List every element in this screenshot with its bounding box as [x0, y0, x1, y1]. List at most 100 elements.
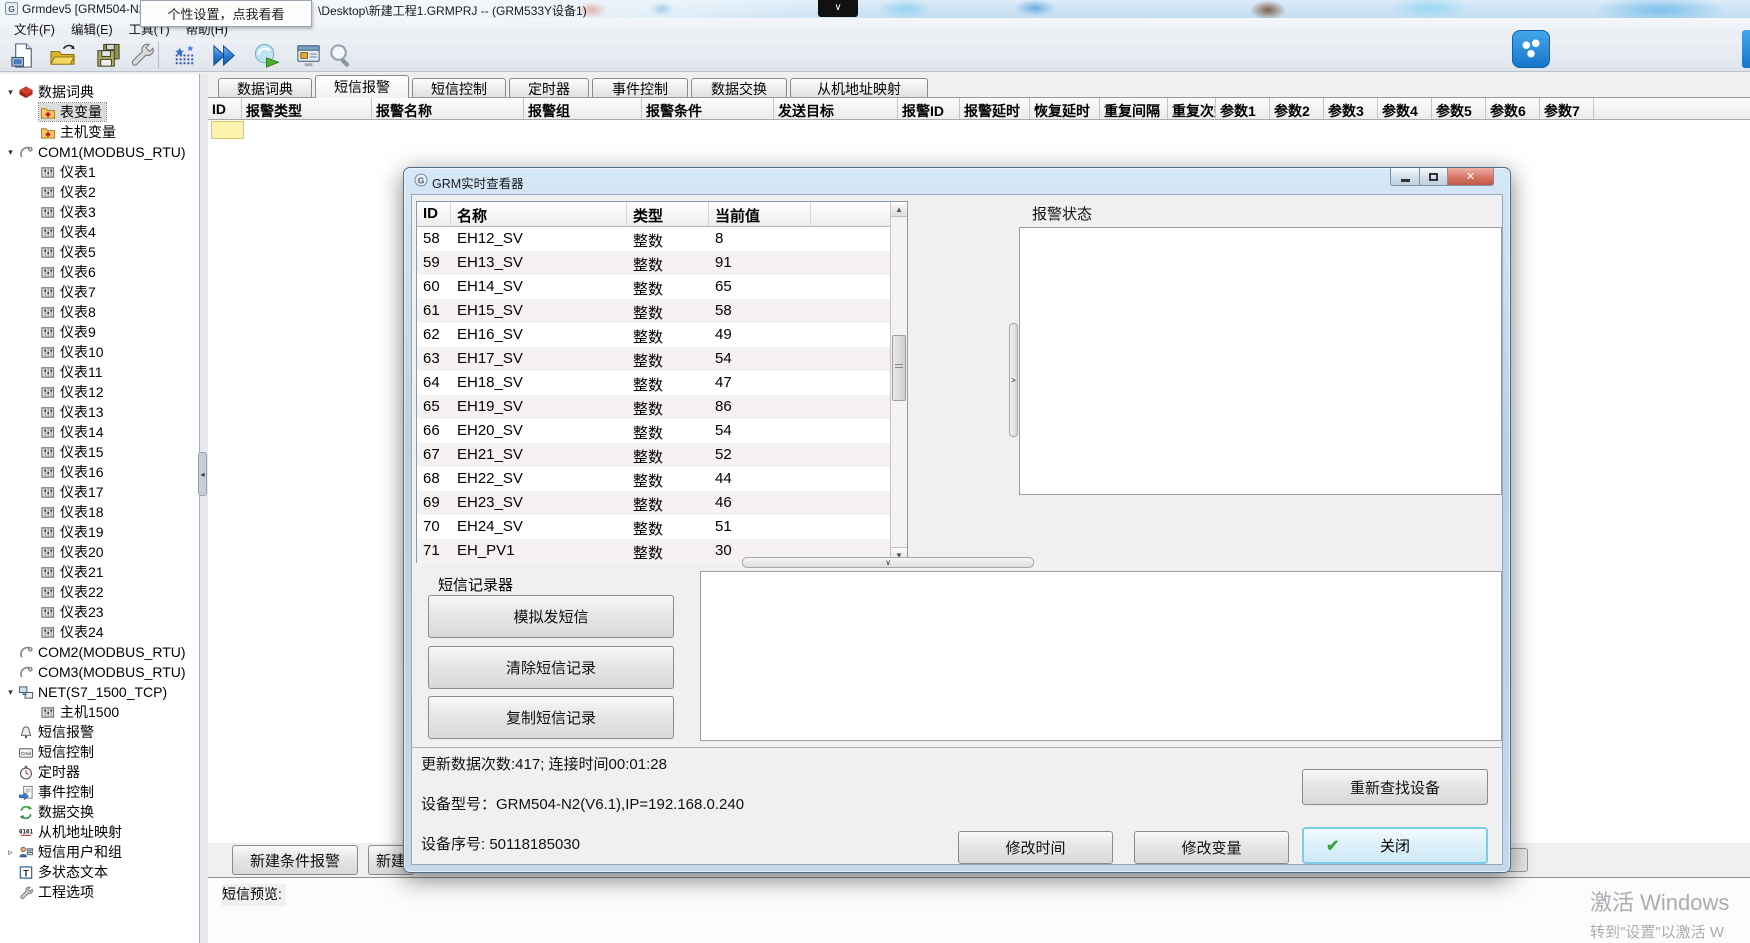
- alarm-column-header[interactable]: 报警类型: [242, 98, 372, 119]
- variable-row[interactable]: 68EH22_SV整数44: [417, 467, 907, 491]
- variable-row[interactable]: 70EH24_SV整数51: [417, 515, 907, 539]
- sidebar-item[interactable]: 仪表3: [0, 202, 199, 222]
- clear-sms-record-button[interactable]: 清除短信记录: [428, 646, 674, 689]
- sidebar-item[interactable]: 工程选项: [0, 882, 199, 902]
- sync-upload-icon[interactable]: [250, 41, 282, 70]
- sidebar-item[interactable]: 仪表2: [0, 182, 199, 202]
- sidebar-item[interactable]: COM3(MODBUS_RTU): [0, 662, 199, 682]
- download-device-icon[interactable]: [168, 41, 200, 70]
- variable-column-header[interactable]: 当前值: [709, 202, 811, 226]
- screen-capture-icon[interactable]: [1512, 30, 1550, 68]
- variable-column-header[interactable]: 名称: [451, 202, 627, 226]
- scroll-up-icon[interactable]: ▲: [891, 202, 907, 217]
- menu-item[interactable]: 文件(F): [6, 17, 63, 40]
- sidebar-item[interactable]: ▹ 短信用户和组: [0, 842, 199, 862]
- close-window-button[interactable]: ✕: [1448, 168, 1494, 186]
- close-button[interactable]: ✔ 关闭: [1302, 827, 1488, 864]
- sidebar-item[interactable]: Cmd 短信控制: [0, 742, 199, 762]
- alarm-column-header[interactable]: 参数4: [1378, 98, 1432, 119]
- scrollbar-thumb[interactable]: [892, 335, 906, 401]
- sidebar-item[interactable]: 0101 从机地址映射: [0, 822, 199, 842]
- simulate-send-sms-button[interactable]: 模拟发短信: [428, 595, 674, 638]
- alarm-column-header[interactable]: 报警延时: [960, 98, 1030, 119]
- sidebar-item[interactable]: 仪表14: [0, 422, 199, 442]
- sidebar-item[interactable]: 仪表22: [0, 582, 199, 602]
- sidebar-item[interactable]: ▾ 数据词典: [0, 82, 199, 102]
- sidebar-item[interactable]: 仪表24: [0, 622, 199, 642]
- variable-row[interactable]: 63EH17_SV整数54: [417, 347, 907, 371]
- sidebar-item[interactable]: 仪表10: [0, 342, 199, 362]
- sidebar-item[interactable]: 事件控制: [0, 782, 199, 802]
- sidebar-item[interactable]: 仪表12: [0, 382, 199, 402]
- sidebar-item[interactable]: 仪表6: [0, 262, 199, 282]
- personalize-tooltip[interactable]: 个性设置，点我看看: [140, 0, 312, 27]
- modify-variable-button[interactable]: 修改变量: [1134, 831, 1289, 864]
- variable-column-header[interactable]: 类型: [627, 202, 709, 226]
- alarm-column-header[interactable]: 报警名称: [372, 98, 524, 119]
- alarm-column-header[interactable]: 重复次数: [1168, 98, 1216, 119]
- sidebar-item[interactable]: 仪表5: [0, 242, 199, 262]
- find-device-icon[interactable]: [324, 41, 356, 70]
- sidebar-item[interactable]: 仪表20: [0, 542, 199, 562]
- tab[interactable]: 数据交换: [691, 78, 787, 98]
- recorder-chevron-overlay[interactable]: ∨: [818, 0, 858, 17]
- sidebar-item[interactable]: 短信报警: [0, 722, 199, 742]
- variable-row[interactable]: 65EH19_SV整数86: [417, 395, 907, 419]
- refind-device-button[interactable]: 重新查找设备: [1302, 769, 1488, 805]
- collapse-arrow-icon[interactable]: ▾: [4, 687, 17, 698]
- sidebar-item[interactable]: T 多状态文本: [0, 862, 199, 882]
- sidebar-item[interactable]: 仪表4: [0, 222, 199, 242]
- sidebar-item[interactable]: ▾ NET(S7_1500_TCP): [0, 682, 199, 702]
- tab[interactable]: 短信控制: [412, 78, 506, 98]
- alarm-column-header[interactable]: 重复间隔: [1100, 98, 1168, 119]
- sidebar-item[interactable]: 仪表18: [0, 502, 199, 522]
- sidebar-item[interactable]: 数据交换: [0, 802, 199, 822]
- sidebar-item[interactable]: 仪表7: [0, 282, 199, 302]
- tab[interactable]: 事件控制: [592, 78, 688, 98]
- maximize-button[interactable]: [1420, 168, 1448, 186]
- alarm-column-header[interactable]: 报警条件: [642, 98, 774, 119]
- collapse-arrow-icon[interactable]: ▾: [4, 147, 17, 158]
- alarm-column-header[interactable]: 报警组: [524, 98, 642, 119]
- variable-row[interactable]: 58EH12_SV整数8: [417, 227, 907, 251]
- sidebar-item[interactable]: 仪表16: [0, 462, 199, 482]
- copy-sms-record-button[interactable]: 复制短信记录: [428, 696, 674, 739]
- variable-table-scrollbar[interactable]: ▲ ▼: [890, 202, 907, 562]
- modify-time-button[interactable]: 修改时间: [958, 831, 1113, 864]
- menu-item[interactable]: 编辑(E): [63, 17, 121, 40]
- variable-row[interactable]: 64EH18_SV整数47: [417, 371, 907, 395]
- expand-arrow-icon[interactable]: ▹: [4, 847, 17, 858]
- minimize-button[interactable]: [1390, 168, 1420, 186]
- alarm-column-header[interactable]: 参数1: [1216, 98, 1270, 119]
- sidebar-item[interactable]: 仪表23: [0, 602, 199, 622]
- sidebar-item[interactable]: 仪表11: [0, 362, 199, 382]
- variable-row[interactable]: 66EH20_SV整数54: [417, 419, 907, 443]
- edge-tool-icon[interactable]: [1742, 30, 1750, 68]
- sidebar-item[interactable]: 仪表19: [0, 522, 199, 542]
- run-icon[interactable]: [208, 41, 240, 70]
- alarm-column-header[interactable]: 参数2: [1270, 98, 1324, 119]
- tab[interactable]: 短信报警: [315, 75, 409, 98]
- sidebar-item[interactable]: 仪表17: [0, 482, 199, 502]
- alarm-column-header[interactable]: ID: [208, 98, 242, 119]
- variable-row[interactable]: 60EH14_SV整数65: [417, 275, 907, 299]
- variable-table[interactable]: ID名称类型当前值 58EH12_SV整数859EH13_SV整数9160EH1…: [416, 201, 908, 563]
- variable-row[interactable]: 61EH15_SV整数58: [417, 299, 907, 323]
- variable-column-header[interactable]: ID: [417, 202, 451, 226]
- open-project-icon[interactable]: [46, 41, 78, 70]
- selected-cell[interactable]: [211, 121, 244, 139]
- sidebar-item[interactable]: 主机变量: [0, 122, 199, 142]
- variable-row[interactable]: 67EH21_SV整数52: [417, 443, 907, 467]
- sidebar-item[interactable]: 仪表9: [0, 322, 199, 342]
- alarm-column-header[interactable]: 报警ID: [898, 98, 960, 119]
- new-project-icon[interactable]: [6, 41, 38, 70]
- sidebar-collapse-handle[interactable]: ◂: [198, 452, 207, 496]
- sidebar-item[interactable]: 仪表21: [0, 562, 199, 582]
- sidebar-item[interactable]: 主机1500: [0, 702, 199, 722]
- tab[interactable]: 从机地址映射: [790, 78, 928, 98]
- sidebar-item[interactable]: ▾ COM1(MODBUS_RTU): [0, 142, 199, 162]
- alarm-column-header[interactable]: 参数5: [1432, 98, 1486, 119]
- sidebar-item[interactable]: 仪表8: [0, 302, 199, 322]
- variable-row[interactable]: 59EH13_SV整数91: [417, 251, 907, 275]
- alarm-column-header[interactable]: 参数6: [1486, 98, 1540, 119]
